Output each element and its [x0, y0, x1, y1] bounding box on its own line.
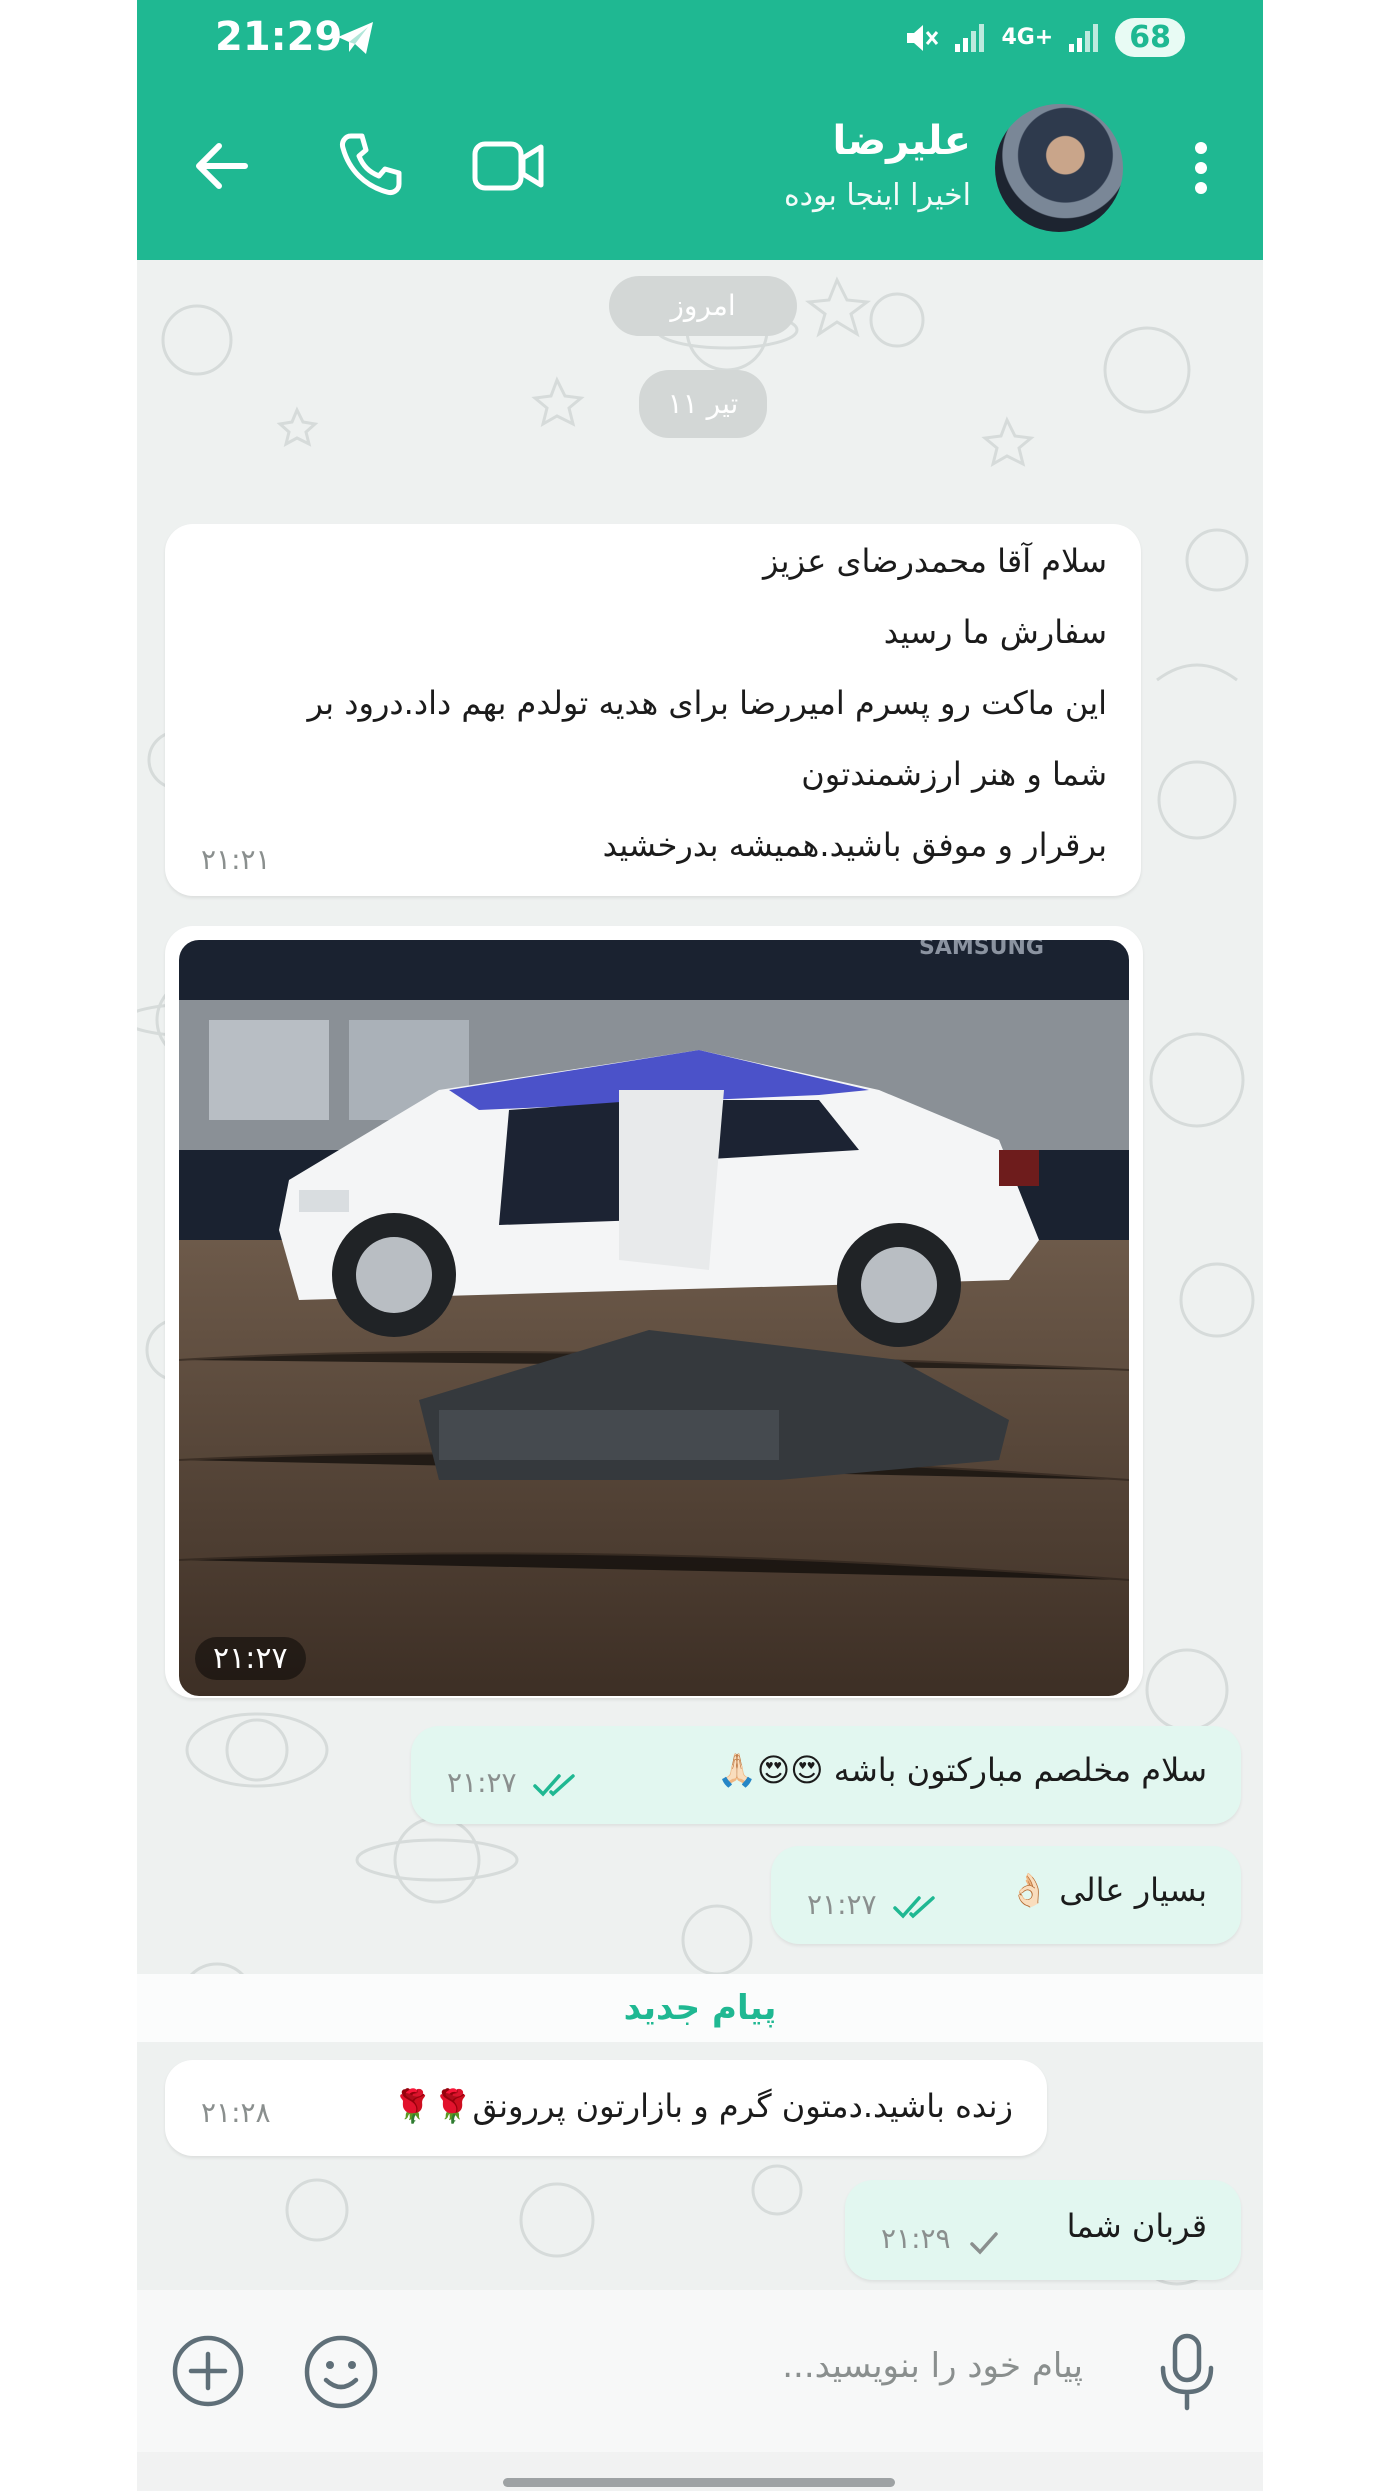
message-time: ۲۱:۲۷: [807, 1888, 877, 1921]
telegram-icon: [338, 22, 373, 54]
status-time: 21:29: [215, 14, 343, 60]
message-text: بسیار عالی 👌🏻: [1009, 1871, 1207, 1909]
message-text: سلام مخلصم مبارکتون باشه 😍😍🙏🏻: [717, 1751, 1207, 1789]
double-check-icon: [893, 1896, 935, 1919]
signal-icon: [955, 23, 985, 52]
date-pill-date: ۱۱ تیر: [639, 370, 767, 438]
new-messages-divider: پیام جدید: [137, 1974, 1263, 2042]
single-check-icon: [970, 2232, 998, 2255]
network-type: 4G+: [1001, 24, 1054, 50]
message-bubble-outgoing[interactable]: قربان شما ۲۱:۲۹: [845, 2180, 1241, 2280]
message-time: ۲۱:۲۷: [447, 1766, 517, 1799]
message-time: ۲۱:۲۹: [881, 2222, 951, 2255]
message-line: شما و هنر ارزشمندتون: [801, 755, 1107, 793]
car-model-photo[interactable]: SAMSUNG ۲۱:۲۷: [179, 940, 1129, 1696]
more-vertical-icon[interactable]: [1191, 140, 1211, 196]
phone-icon[interactable]: [335, 130, 405, 200]
message-line: سلام آقا محمدرضای عزیز: [763, 542, 1107, 580]
car-photo-image: SAMSUNG: [179, 940, 1129, 1696]
emoji-icon[interactable]: [303, 2334, 379, 2410]
photo-message[interactable]: SAMSUNG ۲۱:۲۷: [165, 926, 1143, 1698]
photo-time: ۲۱:۲۷: [195, 1637, 306, 1680]
home-gesture-handle[interactable]: [503, 2478, 895, 2487]
avatar[interactable]: [995, 104, 1123, 232]
contact-name[interactable]: علیرضا: [832, 118, 971, 164]
plus-circle-icon[interactable]: [171, 2334, 245, 2408]
date-pill-today: امروز: [609, 276, 797, 336]
message-text: قربان شما: [1066, 2207, 1207, 2245]
message-input[interactable]: پیام خود را بنویسید...: [782, 2346, 1083, 2386]
back-arrow-icon[interactable]: [193, 140, 249, 192]
message-bubble-outgoing[interactable]: سلام مخلصم مبارکتون باشه 😍😍🙏🏻 ۲۱:۲۷: [411, 1726, 1241, 1824]
double-check-icon: [533, 1774, 575, 1797]
message-composer: پیام خود را بنویسید...: [137, 2290, 1263, 2452]
photo-label-text: SAMSUNG: [919, 940, 1044, 960]
microphone-icon[interactable]: [1155, 2332, 1219, 2412]
chat-header: 21:29 4G+ 68 علیرضا اخیرا اینجا بوده: [137, 0, 1263, 260]
message-line: این ماکت رو پسرم امیررضا برای هدیه تولدم…: [307, 684, 1107, 722]
message-line: سفارش ما رسید: [883, 613, 1107, 651]
signal-icon-2: [1069, 23, 1099, 52]
video-call-icon[interactable]: [471, 138, 545, 194]
status-icons: 4G+ 68: [903, 18, 1185, 57]
message-list[interactable]: امروز ۱۱ تیر سلام آقا محمدرضای عزیز سفار…: [137, 260, 1263, 2290]
message-time: ۲۱:۲۱: [201, 843, 271, 876]
message-bubble-outgoing[interactable]: بسیار عالی 👌🏻 ۲۱:۲۷: [771, 1846, 1241, 1944]
message-bubble-incoming[interactable]: زنده باشید.دمتون گرم و بازارتون پررونق🌹🌹…: [165, 2060, 1047, 2156]
mute-icon: [907, 24, 939, 51]
message-time: ۲۱:۲۸: [201, 2096, 271, 2129]
message-bubble-incoming[interactable]: سلام آقا محمدرضای عزیز سفارش ما رسید این…: [165, 524, 1141, 896]
contact-presence: اخیرا اینجا بوده: [783, 178, 971, 213]
battery-indicator: 68: [1115, 18, 1185, 57]
chat-screen: 21:29 4G+ 68 علیرضا اخیرا اینجا بوده امر…: [137, 0, 1263, 2491]
system-nav-bar: [137, 2452, 1263, 2491]
message-line: برقرار و موفق باشید.همیشه بدرخشید: [602, 826, 1107, 864]
message-text: زنده باشید.دمتون گرم و بازارتون پررونق🌹🌹: [392, 2087, 1013, 2125]
